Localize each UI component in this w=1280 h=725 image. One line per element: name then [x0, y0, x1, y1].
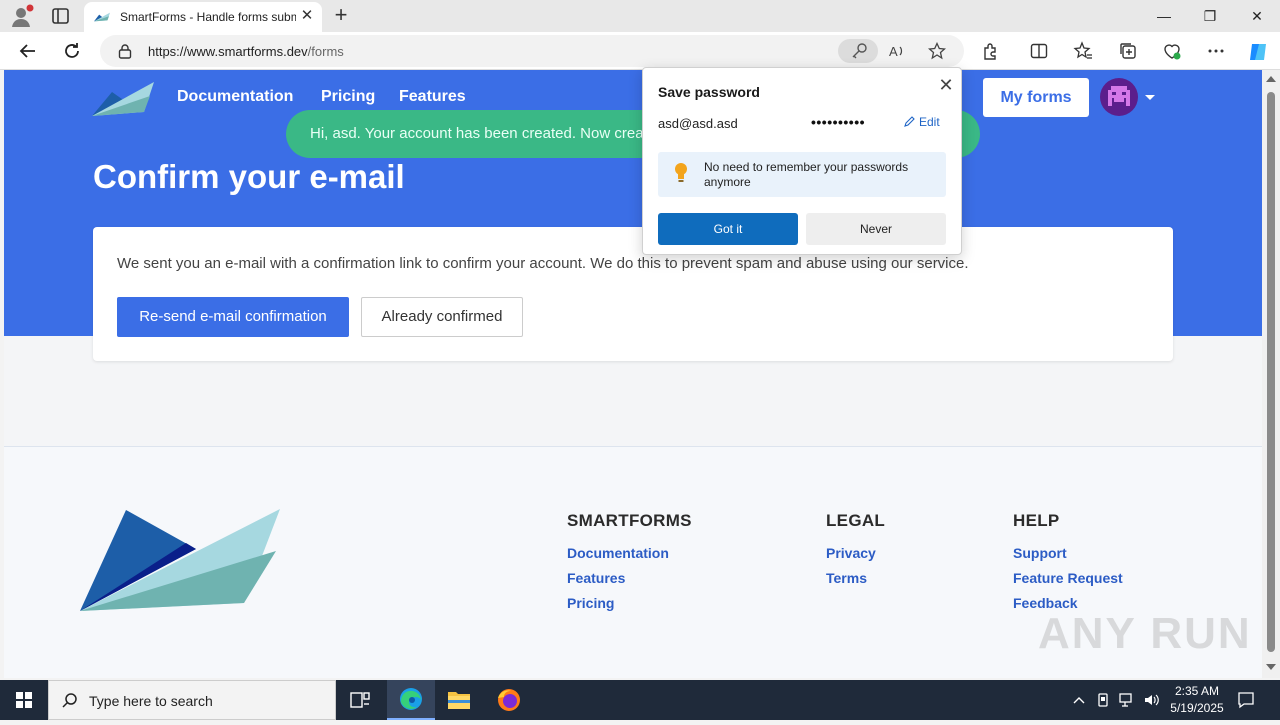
footer-heading: SMARTFORMS — [567, 511, 692, 530]
volume-icon[interactable] — [1143, 692, 1159, 708]
scroll-up-icon[interactable] — [1266, 76, 1276, 82]
footer-column-smartforms: SMARTFORMS Documentation Features Pricin… — [567, 511, 692, 620]
tab-title: SmartForms - Handle forms submissions — [120, 10, 296, 24]
footer-column-help: HELP Support Feature Request Feedback — [1013, 511, 1123, 620]
lock-icon[interactable] — [118, 43, 132, 59]
resend-confirmation-button[interactable]: Re-send e-mail confirmation — [117, 297, 349, 337]
notifications-icon[interactable] — [1236, 690, 1256, 710]
popup-close-icon[interactable]: ✕ — [937, 76, 955, 94]
page-scrollbar[interactable] — [1262, 70, 1280, 678]
edit-label: Edit — [919, 115, 940, 129]
footer-link-feature-request[interactable]: Feature Request — [1013, 570, 1123, 587]
smartforms-footer-logo-icon — [80, 509, 280, 611]
device-icon[interactable] — [1095, 692, 1111, 708]
system-clock[interactable]: 2:35 AM 5/19/2025 — [1162, 683, 1232, 717]
profile-icon[interactable] — [10, 4, 34, 28]
window-close-button[interactable]: ✕ — [1234, 0, 1280, 32]
footer-link-pricing[interactable]: Pricing — [567, 595, 692, 612]
tray-overflow-icon[interactable] — [1071, 692, 1087, 708]
footer-link-privacy[interactable]: Privacy — [826, 545, 885, 562]
tab-actions-icon[interactable] — [50, 4, 72, 28]
new-tab-button[interactable]: + — [330, 4, 352, 28]
saved-password-mask: •••••••••• — [811, 114, 866, 130]
clock-date: 5/19/2025 — [1170, 701, 1224, 715]
info-text: No need to remember your passwords anymo… — [704, 160, 909, 189]
web-page: Documentation Pricing Features My forms … — [4, 70, 1262, 678]
already-confirmed-button[interactable]: Already confirmed — [361, 297, 523, 337]
avatar[interactable] — [1100, 78, 1138, 116]
pencil-icon — [904, 116, 915, 127]
footer-heading: HELP — [1013, 511, 1060, 530]
footer-link-terms[interactable]: Terms — [826, 570, 885, 587]
extensions-icon[interactable] — [981, 41, 1001, 61]
search-placeholder: Type here to search — [89, 693, 213, 709]
got-it-button[interactable]: Got it — [658, 213, 798, 245]
nav-pricing[interactable]: Pricing — [321, 88, 375, 106]
windows-taskbar: Type here to search 2:35 AM 5/19/2025 — [0, 680, 1280, 720]
url-bar[interactable]: https://www.smartforms.dev/forms A — [100, 35, 964, 67]
page-title: Confirm your e-mail — [93, 158, 405, 195]
split-screen-icon[interactable] — [1029, 41, 1049, 61]
refresh-icon[interactable] — [61, 40, 83, 62]
footer-column-legal: LEGAL Privacy Terms — [826, 511, 885, 595]
tab-close-icon[interactable]: ✕ — [300, 8, 314, 23]
confirmation-message: We sent you an e-mail with a confirmatio… — [117, 255, 969, 272]
smartforms-logo-icon[interactable] — [92, 82, 154, 116]
taskbar-search-box[interactable]: Type here to search — [48, 680, 336, 720]
copilot-icon[interactable] — [1247, 41, 1269, 63]
password-key-icon[interactable] — [838, 39, 878, 63]
info-banner: No need to remember your passwords anymo… — [658, 152, 946, 197]
tab-bar: SmartForms - Handle forms submissions ✕ … — [0, 0, 1280, 32]
popup-title: Save password — [658, 84, 760, 100]
network-icon[interactable] — [1119, 692, 1135, 708]
edge-taskbar-icon[interactable] — [387, 680, 435, 720]
url-text[interactable]: https://www.smartforms.dev/forms — [148, 44, 344, 59]
caret-down-icon[interactable] — [1145, 95, 1155, 100]
windows-start-icon[interactable] — [0, 680, 48, 720]
restore-button[interactable]: ❐ — [1187, 0, 1233, 32]
edit-link[interactable]: Edit — [903, 115, 940, 129]
favorite-star-icon[interactable] — [927, 41, 947, 60]
address-toolbar: https://www.smartforms.dev/forms A — [0, 32, 1280, 70]
minimize-button[interactable]: — — [1141, 0, 1187, 32]
collections-icon[interactable] — [1118, 41, 1138, 61]
firefox-icon[interactable] — [485, 680, 533, 720]
file-explorer-icon[interactable] — [435, 680, 483, 720]
favorites-icon[interactable] — [1073, 41, 1093, 61]
footer-heading: LEGAL — [826, 511, 886, 530]
back-icon[interactable] — [17, 40, 39, 62]
url-path: /forms — [307, 44, 344, 59]
scroll-down-icon[interactable] — [1266, 664, 1276, 670]
clock-time: 2:35 AM — [1174, 684, 1220, 698]
search-icon — [62, 693, 77, 708]
my-forms-button[interactable]: My forms — [983, 78, 1089, 117]
footer-link-features[interactable]: Features — [567, 570, 692, 587]
svg-text:A: A — [889, 44, 898, 59]
footer: SMARTFORMS Documentation Features Pricin… — [4, 446, 1262, 678]
saved-username: asd@asd.asd — [658, 116, 738, 131]
smartforms-favicon-icon — [94, 12, 110, 22]
nav-features[interactable]: Features — [399, 88, 466, 106]
browser-tab[interactable]: SmartForms - Handle forms submissions ✕ — [84, 2, 322, 32]
read-aloud-icon[interactable]: A — [888, 42, 906, 60]
lightbulb-icon — [675, 163, 687, 182]
browser-essentials-icon[interactable] — [1162, 41, 1182, 61]
scroll-thumb[interactable] — [1267, 92, 1275, 652]
anyrun-watermark: ANY RUN — [1038, 609, 1252, 658]
confirmation-card: We sent you an e-mail with a confirmatio… — [93, 227, 1173, 361]
task-view-icon[interactable] — [336, 680, 384, 720]
nav-documentation[interactable]: Documentation — [177, 88, 293, 106]
more-menu-icon[interactable] — [1206, 41, 1226, 61]
footer-link-documentation[interactable]: Documentation — [567, 545, 692, 562]
save-password-popup: Save password ✕ asd@asd.asd •••••••••• E… — [642, 67, 962, 255]
never-button[interactable]: Never — [806, 213, 946, 245]
url-host: https://www.smartforms.dev — [148, 44, 308, 59]
footer-link-support[interactable]: Support — [1013, 545, 1123, 562]
